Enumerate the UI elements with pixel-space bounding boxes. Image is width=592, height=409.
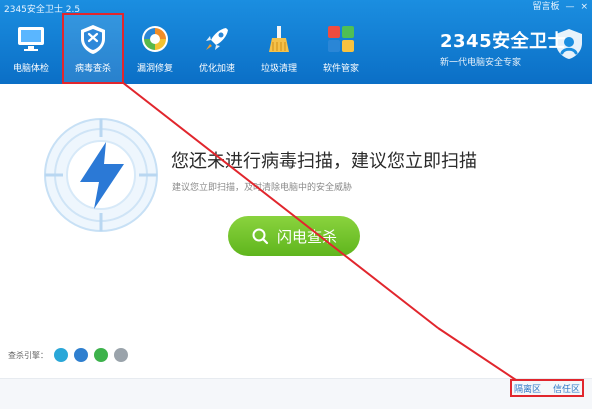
quarantine-link[interactable]: 隔离区 (514, 382, 541, 395)
nav-label: 漏洞修复 (136, 64, 173, 74)
close-button[interactable]: × (580, 2, 588, 12)
nav-software-manager[interactable]: 软件管家 (310, 13, 372, 84)
brand-tagline: 新一代电脑安全专家 (440, 58, 522, 68)
nav-virus-scan[interactable]: 病毒查杀 (62, 13, 124, 84)
main-nav: 电脑体检 病毒查杀 漏洞修复 优化加速 垃圾清理 软件管家 (0, 13, 372, 84)
radar-bolt-icon (42, 116, 160, 234)
nav-label: 优化加速 (198, 64, 235, 74)
cloud-engine-icon[interactable] (54, 348, 68, 362)
search-icon (251, 227, 269, 245)
nav-label: 电脑体检 (12, 64, 49, 74)
engine-label: 查杀引擎： (8, 350, 48, 360)
window-controls: 留言板 — × (532, 2, 588, 12)
scan-button-label: 闪电查杀 (276, 227, 337, 246)
apps-icon (325, 23, 357, 55)
rocket-icon (201, 23, 233, 55)
nav-label: 软件管家 (322, 64, 359, 74)
repair-icon (139, 23, 171, 55)
recycle-engine-icon[interactable] (94, 348, 108, 362)
feedback-link[interactable]: 留言板 (532, 2, 559, 12)
nav-label: 病毒查杀 (74, 64, 111, 74)
scan-subline: 建议您立即扫描，及时清除电脑中的安全威胁 (172, 183, 353, 193)
trust-zone-link[interactable]: 信任区 (553, 382, 580, 395)
nav-pc-checkup[interactable]: 电脑体检 (0, 13, 62, 84)
broom-icon (263, 23, 295, 55)
brand: 2345安全卫士 新一代电脑安全专家 (440, 27, 567, 68)
scan-headline: 您还未进行病毒扫描，建议您立即扫描 (171, 151, 477, 172)
title-and-toolbar: 2345安全卫士 2.5 留言板 — × 电脑体检 病毒查杀 漏洞修复 优化加速… (0, 0, 592, 84)
nav-label: 垃圾清理 (260, 64, 297, 74)
brand-logo: 2345安全卫士 (440, 31, 567, 52)
settings-engine-icon[interactable] (114, 348, 128, 362)
shield-icon (77, 23, 109, 55)
nav-junk-clean[interactable]: 垃圾清理 (248, 13, 310, 84)
nav-optimize[interactable]: 优化加速 (186, 13, 248, 84)
footer-links: 隔离区 信任区 (510, 379, 584, 397)
monitor-icon (15, 23, 47, 55)
status-bar (0, 378, 592, 409)
scan-engines: 查杀引擎： (8, 348, 128, 362)
brand-shield-icon (552, 27, 586, 61)
asterisk-engine-icon[interactable] (74, 348, 88, 362)
nav-vuln-repair[interactable]: 漏洞修复 (124, 13, 186, 84)
lightning-scan-button[interactable]: 闪电查杀 (228, 216, 360, 256)
minimize-button[interactable]: — (565, 2, 574, 12)
